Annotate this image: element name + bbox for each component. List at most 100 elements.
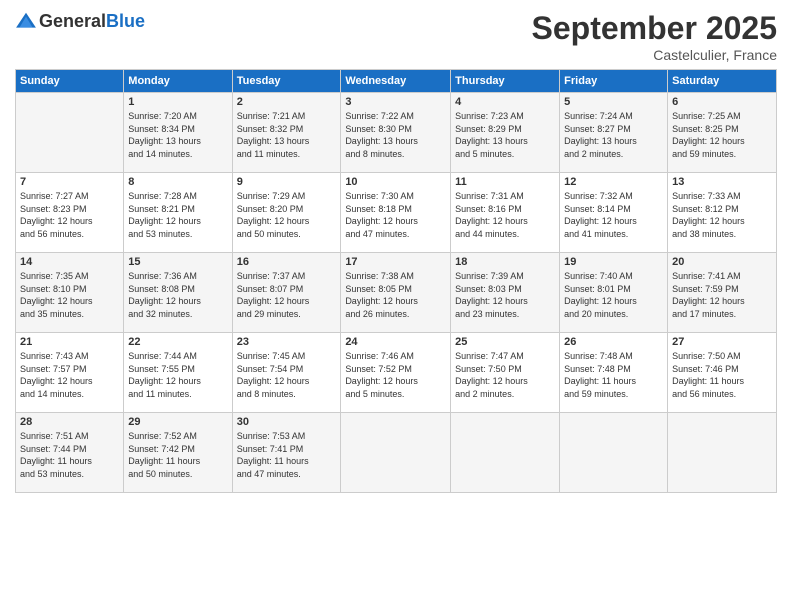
day-info: Sunrise: 7:29 AM Sunset: 8:20 PM Dayligh… bbox=[237, 190, 337, 240]
day-cell bbox=[341, 413, 451, 493]
day-number: 4 bbox=[455, 96, 555, 108]
month-title: September 2025 bbox=[532, 10, 777, 47]
day-cell: 17 Sunrise: 7:38 AM Sunset: 8:05 PM Dayli… bbox=[341, 253, 451, 333]
col-tuesday: Tuesday bbox=[232, 70, 341, 93]
subtitle: Castelculier, France bbox=[532, 47, 777, 63]
day-number: 6 bbox=[672, 96, 772, 108]
day-number: 1 bbox=[128, 96, 227, 108]
day-info: Sunrise: 7:43 AM Sunset: 7:57 PM Dayligh… bbox=[20, 350, 119, 400]
day-number: 25 bbox=[455, 336, 555, 348]
day-info: Sunrise: 7:28 AM Sunset: 8:21 PM Dayligh… bbox=[128, 190, 227, 240]
day-info: Sunrise: 7:46 AM Sunset: 7:52 PM Dayligh… bbox=[345, 350, 446, 400]
day-cell: 21 Sunrise: 7:43 AM Sunset: 7:57 PM Dayli… bbox=[16, 333, 124, 413]
day-cell: 2 Sunrise: 7:21 AM Sunset: 8:32 PM Daylig… bbox=[232, 93, 341, 173]
day-info: Sunrise: 7:41 AM Sunset: 7:59 PM Dayligh… bbox=[672, 270, 772, 320]
day-number: 7 bbox=[20, 176, 119, 188]
day-info: Sunrise: 7:40 AM Sunset: 8:01 PM Dayligh… bbox=[564, 270, 663, 320]
day-info: Sunrise: 7:33 AM Sunset: 8:12 PM Dayligh… bbox=[672, 190, 772, 240]
week-row-3: 14 Sunrise: 7:35 AM Sunset: 8:10 PM Dayli… bbox=[16, 253, 777, 333]
logo-general: General bbox=[39, 11, 106, 31]
col-monday: Monday bbox=[124, 70, 232, 93]
day-number: 22 bbox=[128, 336, 227, 348]
day-number: 19 bbox=[564, 256, 663, 268]
day-cell: 25 Sunrise: 7:47 AM Sunset: 7:50 PM Dayli… bbox=[451, 333, 560, 413]
logo-blue: Blue bbox=[106, 11, 145, 31]
day-cell: 16 Sunrise: 7:37 AM Sunset: 8:07 PM Dayli… bbox=[232, 253, 341, 333]
day-info: Sunrise: 7:53 AM Sunset: 7:41 PM Dayligh… bbox=[237, 430, 337, 480]
col-thursday: Thursday bbox=[451, 70, 560, 93]
day-number: 21 bbox=[20, 336, 119, 348]
day-number: 13 bbox=[672, 176, 772, 188]
day-number: 3 bbox=[345, 96, 446, 108]
day-number: 26 bbox=[564, 336, 663, 348]
week-row-4: 21 Sunrise: 7:43 AM Sunset: 7:57 PM Dayli… bbox=[16, 333, 777, 413]
calendar: Sunday Monday Tuesday Wednesday Thursday… bbox=[15, 69, 777, 493]
day-cell: 12Sunrise: 7:32 AM Sunset: 8:14 PM Dayli… bbox=[560, 173, 668, 253]
day-info: Sunrise: 7:27 AM Sunset: 8:23 PM Dayligh… bbox=[20, 190, 119, 240]
day-number: 5 bbox=[564, 96, 663, 108]
day-cell: 23 Sunrise: 7:45 AM Sunset: 7:54 PM Dayli… bbox=[232, 333, 341, 413]
day-cell bbox=[668, 413, 777, 493]
day-cell: 6 Sunrise: 7:25 AM Sunset: 8:25 PM Daylig… bbox=[668, 93, 777, 173]
day-number: 14 bbox=[20, 256, 119, 268]
day-cell bbox=[451, 413, 560, 493]
day-info: Sunrise: 7:44 AM Sunset: 7:55 PM Dayligh… bbox=[128, 350, 227, 400]
week-row-2: 7 Sunrise: 7:27 AM Sunset: 8:23 PM Daylig… bbox=[16, 173, 777, 253]
day-cell: 4 Sunrise: 7:23 AM Sunset: 8:29 PM Daylig… bbox=[451, 93, 560, 173]
day-info: Sunrise: 7:35 AM Sunset: 8:10 PM Dayligh… bbox=[20, 270, 119, 320]
day-number: 9 bbox=[237, 176, 337, 188]
day-info: Sunrise: 7:47 AM Sunset: 7:50 PM Dayligh… bbox=[455, 350, 555, 400]
day-cell: 8 Sunrise: 7:28 AM Sunset: 8:21 PM Daylig… bbox=[124, 173, 232, 253]
col-friday: Friday bbox=[560, 70, 668, 93]
day-cell: 7 Sunrise: 7:27 AM Sunset: 8:23 PM Daylig… bbox=[16, 173, 124, 253]
day-cell: 14 Sunrise: 7:35 AM Sunset: 8:10 PM Dayli… bbox=[16, 253, 124, 333]
day-number: 23 bbox=[237, 336, 337, 348]
day-number: 17 bbox=[345, 256, 446, 268]
day-number: 15 bbox=[128, 256, 227, 268]
title-block: September 2025 Castelculier, France bbox=[532, 10, 777, 63]
day-cell: 11Sunrise: 7:31 AM Sunset: 8:16 PM Dayli… bbox=[451, 173, 560, 253]
day-number: 24 bbox=[345, 336, 446, 348]
day-number: 2 bbox=[237, 96, 337, 108]
day-number: 27 bbox=[672, 336, 772, 348]
header-row: Sunday Monday Tuesday Wednesday Thursday… bbox=[16, 70, 777, 93]
day-info: Sunrise: 7:37 AM Sunset: 8:07 PM Dayligh… bbox=[237, 270, 337, 320]
day-info: Sunrise: 7:51 AM Sunset: 7:44 PM Dayligh… bbox=[20, 430, 119, 480]
day-info: Sunrise: 7:45 AM Sunset: 7:54 PM Dayligh… bbox=[237, 350, 337, 400]
day-cell: 5 Sunrise: 7:24 AM Sunset: 8:27 PM Daylig… bbox=[560, 93, 668, 173]
week-row-5: 28 Sunrise: 7:51 AM Sunset: 7:44 PM Dayli… bbox=[16, 413, 777, 493]
day-cell: 13 Sunrise: 7:33 AM Sunset: 8:12 PM Dayli… bbox=[668, 173, 777, 253]
page: GeneralBlue September 2025 Castelculier,… bbox=[0, 0, 792, 612]
day-number: 8 bbox=[128, 176, 227, 188]
day-number: 28 bbox=[20, 416, 119, 428]
day-info: Sunrise: 7:48 AM Sunset: 7:48 PM Dayligh… bbox=[564, 350, 663, 400]
day-number: 29 bbox=[128, 416, 227, 428]
day-info: Sunrise: 7:25 AM Sunset: 8:25 PM Dayligh… bbox=[672, 110, 772, 160]
day-info: Sunrise: 7:38 AM Sunset: 8:05 PM Dayligh… bbox=[345, 270, 446, 320]
day-cell: 1 Sunrise: 7:20 AM Sunset: 8:34 PM Daylig… bbox=[124, 93, 232, 173]
day-number: 20 bbox=[672, 256, 772, 268]
day-cell: 19 Sunrise: 7:40 AM Sunset: 8:01 PM Dayli… bbox=[560, 253, 668, 333]
day-number: 11 bbox=[455, 176, 555, 188]
day-info: Sunrise: 7:20 AM Sunset: 8:34 PM Dayligh… bbox=[128, 110, 227, 160]
day-cell: 22 Sunrise: 7:44 AM Sunset: 7:55 PM Dayli… bbox=[124, 333, 232, 413]
day-info: Sunrise: 7:22 AM Sunset: 8:30 PM Dayligh… bbox=[345, 110, 446, 160]
day-cell: 3 Sunrise: 7:22 AM Sunset: 8:30 PM Daylig… bbox=[341, 93, 451, 173]
header: GeneralBlue September 2025 Castelculier,… bbox=[15, 10, 777, 63]
day-info: Sunrise: 7:39 AM Sunset: 8:03 PM Dayligh… bbox=[455, 270, 555, 320]
day-info: Sunrise: 7:21 AM Sunset: 8:32 PM Dayligh… bbox=[237, 110, 337, 160]
logo-icon bbox=[15, 10, 37, 32]
day-number: 18 bbox=[455, 256, 555, 268]
day-info: Sunrise: 7:23 AM Sunset: 8:29 PM Dayligh… bbox=[455, 110, 555, 160]
col-saturday: Saturday bbox=[668, 70, 777, 93]
day-cell: 26 Sunrise: 7:48 AM Sunset: 7:48 PM Dayli… bbox=[560, 333, 668, 413]
day-number: 16 bbox=[237, 256, 337, 268]
day-cell: 29 Sunrise: 7:52 AM Sunset: 7:42 PM Dayli… bbox=[124, 413, 232, 493]
day-number: 30 bbox=[237, 416, 337, 428]
day-info: Sunrise: 7:30 AM Sunset: 8:18 PM Dayligh… bbox=[345, 190, 446, 240]
day-info: Sunrise: 7:24 AM Sunset: 8:27 PM Dayligh… bbox=[564, 110, 663, 160]
day-cell: 20 Sunrise: 7:41 AM Sunset: 7:59 PM Dayli… bbox=[668, 253, 777, 333]
day-info: Sunrise: 7:52 AM Sunset: 7:42 PM Dayligh… bbox=[128, 430, 227, 480]
day-info: Sunrise: 7:32 AM Sunset: 8:14 PM Dayligh… bbox=[564, 190, 663, 240]
day-info: Sunrise: 7:50 AM Sunset: 7:46 PM Dayligh… bbox=[672, 350, 772, 400]
